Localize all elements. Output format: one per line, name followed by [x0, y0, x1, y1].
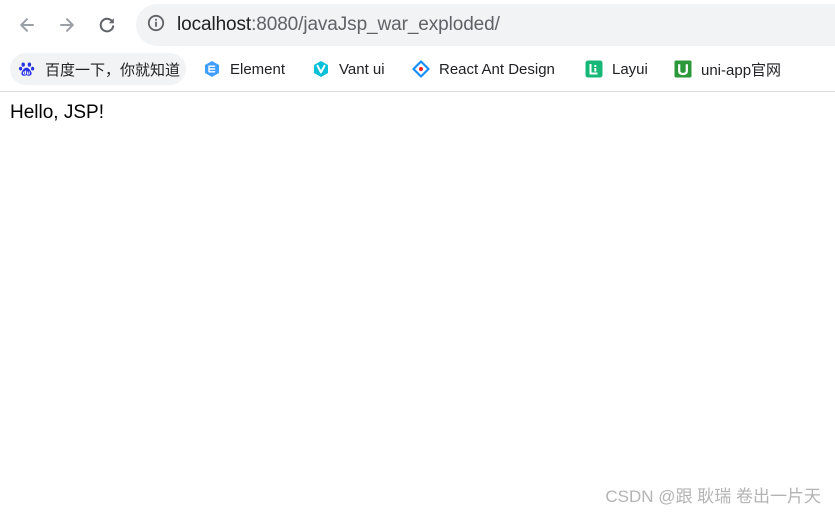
vant-icon — [312, 60, 330, 78]
back-button[interactable] — [11, 9, 43, 41]
page-body-text: Hello, JSP! — [10, 102, 104, 123]
url-text[interactable]: localhost:8080/javaJsp_war_exploded/ — [177, 14, 500, 36]
bookmark-label: React Ant Design — [439, 60, 555, 78]
url-host: localhost — [177, 14, 252, 35]
arrow-left-icon — [17, 15, 37, 35]
url-path: :8080/javaJsp_war_exploded/ — [251, 14, 500, 35]
bookmark-layui[interactable]: Layui — [585, 53, 648, 85]
bookmark-vant[interactable]: Vant ui — [312, 53, 385, 85]
bookmark-element[interactable]: Element — [203, 53, 285, 85]
baidu-paw-icon: du — [18, 60, 36, 78]
bookmark-react-ant-design[interactable]: React Ant Design — [412, 53, 555, 85]
address-bar[interactable]: localhost:8080/javaJsp_war_exploded/ — [136, 4, 835, 46]
bookmark-label: uni-app官网 — [701, 61, 782, 79]
csdn-watermark: CSDN @跟 耿瑞 卷出一片天 — [605, 487, 821, 506]
bookmark-label: Element — [230, 60, 286, 78]
svg-text:du: du — [23, 70, 31, 76]
uni-app-icon — [674, 60, 692, 78]
bookmarks-bar: du 百度一下，你就知道 Element Vant ui React Ant D… — [0, 50, 835, 92]
bookmark-label: Vant ui — [339, 60, 385, 78]
layui-icon — [585, 60, 603, 78]
site-info-button[interactable] — [146, 14, 166, 37]
reload-button[interactable] — [91, 9, 123, 41]
info-icon — [147, 14, 165, 37]
browser-toolbar: localhost:8080/javaJsp_war_exploded/ — [0, 0, 835, 50]
bookmark-label: 百度一下，你就知道 — [45, 61, 181, 79]
ant-design-icon — [412, 60, 430, 78]
reload-icon — [97, 15, 117, 35]
bookmark-label: Layui — [612, 60, 648, 78]
element-icon — [203, 60, 221, 78]
bookmark-baidu[interactable]: du 百度一下，你就知道 — [10, 53, 187, 85]
bookmark-uni-app[interactable]: uni-app官网 — [674, 53, 781, 85]
arrow-right-icon — [57, 15, 77, 35]
forward-button[interactable] — [51, 9, 83, 41]
